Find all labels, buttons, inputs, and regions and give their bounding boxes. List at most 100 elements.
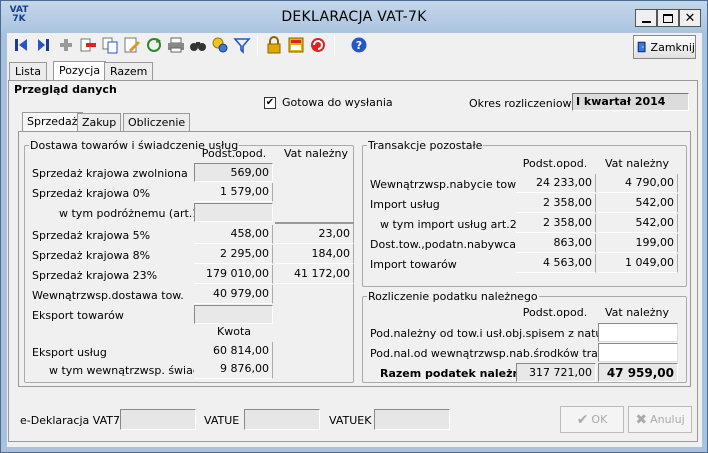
title-bar: VAT 7K DEKLARACJA VAT-7K ✕	[1, 1, 707, 33]
exit-door-icon	[637, 41, 646, 53]
minimize-button[interactable]	[635, 9, 657, 27]
transakcje-row-label: Import towarów	[370, 258, 457, 271]
vatuek-label: VATUEK	[329, 414, 372, 427]
main-panel: Przegląd danych ✔ Gotowa do wysłania Okr…	[8, 80, 698, 442]
dostawa-vat-cell[interactable]: 41 172,00	[275, 265, 354, 284]
rozliczenie-col-podst: Podst.opod.	[522, 306, 588, 319]
rozliczenie-col-vat: Vat należny	[604, 306, 669, 319]
tab-obliczenie[interactable]: Obliczenie	[123, 113, 191, 131]
dostawa-col-kwota: Kwota	[217, 325, 251, 338]
dostawa-row-label: Sprzedaż krajowa 5%	[32, 229, 151, 242]
edeklaracja-label: e-Deklaracja VAT7	[20, 414, 120, 427]
transakcje-row-label: Dost.tow.,podatn.nabywca	[370, 238, 516, 251]
filter-settings-icon[interactable]	[211, 36, 229, 54]
dostawa-podst-cell[interactable]: 179 010,00	[194, 265, 273, 284]
prev-record-icon[interactable]	[35, 36, 53, 54]
checkmark-icon[interactable]: ✔	[264, 96, 276, 109]
delete-record-icon[interactable]	[79, 36, 97, 54]
dostawa-row-label: Sprzedaż krajowa zwolniona	[32, 167, 188, 180]
anuluj-label: Anuluj	[650, 413, 685, 426]
transakcje-podst-cell[interactable]: 2 358,00	[516, 194, 596, 213]
app-window: VAT 7K DEKLARACJA VAT-7K ✕ ? Zamknij Lis…	[0, 0, 708, 453]
calculator-icon[interactable]	[287, 36, 305, 54]
dostawa-row-label: Eksport towarów	[32, 309, 124, 322]
dostawa-vat-cell[interactable]: 23,00	[275, 225, 354, 244]
cancel-x-icon: ✖	[635, 411, 648, 428]
wewn-swiad-cell[interactable]: 9 876,00	[194, 360, 273, 379]
gotowa-checkbox[interactable]: ✔ Gotowa do wysłania	[264, 96, 393, 109]
dostawa-podst-cell[interactable]	[194, 305, 273, 324]
transakcje-podst-cell[interactable]: 24 233,00	[516, 174, 596, 193]
dostawa-podst-cell[interactable]	[194, 203, 273, 222]
add-record-icon[interactable]	[57, 36, 75, 54]
vatuek-field[interactable]	[374, 409, 450, 430]
transakcje-row-label: Import usług	[370, 198, 440, 211]
eksport-uslug-cell[interactable]: 60 814,00	[194, 342, 273, 361]
dostawa-row-label: Wewnątrzwsp.dostawa tow.	[32, 289, 184, 302]
razem-podatek-label: Razem podatek należny	[380, 367, 528, 380]
dostawa-podst-cell[interactable]: 569,00	[194, 163, 273, 182]
close-window-button[interactable]: ✕	[679, 9, 701, 27]
tab-razem[interactable]: Razem	[104, 62, 154, 80]
zamknij-button[interactable]: Zamknij	[633, 35, 696, 59]
copy-icon[interactable]	[101, 36, 119, 54]
transakcje-vat-cell[interactable]: 542,00	[598, 194, 678, 213]
eksport-uslug-label: Eksport usług	[32, 346, 107, 359]
dostawa-vat-cell[interactable]: 184,00	[275, 245, 354, 264]
dostawa-podst-cell[interactable]: 458,00	[194, 225, 273, 244]
gotowa-label: Gotowa do wysłania	[282, 96, 393, 109]
refresh-icon[interactable]	[145, 36, 163, 54]
rozliczenie-legend: Rozliczenie podatku należnego	[368, 290, 538, 303]
maximize-button[interactable]	[657, 9, 679, 27]
dostawa-podst-cell[interactable]: 40 979,00	[194, 285, 273, 304]
transakcje-vat-cell[interactable]: 1 049,00	[598, 254, 678, 273]
transakcje-row-label: Wewnątrzwsp.nabycie tow.	[370, 178, 519, 191]
dostawa-podst-cell[interactable]: 1 579,00	[194, 183, 273, 202]
transakcje-vat-cell[interactable]: 542,00	[598, 214, 678, 233]
client-area: ? Zamknij Lista Pozycja Razem Przegląd d…	[7, 33, 702, 447]
vatue-label: VATUE	[204, 414, 240, 427]
help-icon[interactable]: ?	[350, 36, 368, 54]
tab-pozycja[interactable]: Pozycja	[53, 61, 107, 81]
okres-value: I kwartał 2014	[572, 93, 689, 111]
razem-vat-value: 47 959,00	[598, 363, 678, 382]
close-icon: ✕	[684, 10, 696, 26]
page-title: Przegląd danych	[14, 83, 117, 96]
transakcje-col-vat: Vat należny	[604, 157, 669, 170]
dostawa-podst-cell[interactable]: 2 295,00	[194, 245, 273, 264]
transakcje-row-label: w tym import usług art.28b	[380, 218, 531, 231]
rozliczenie-row1-vat[interactable]	[598, 323, 678, 342]
minimize-icon	[641, 21, 651, 23]
zamknij-label: Zamknij	[650, 40, 695, 54]
first-record-icon[interactable]	[13, 36, 31, 54]
transakcje-podst-cell[interactable]: 863,00	[516, 234, 596, 253]
undo-icon[interactable]	[309, 36, 327, 54]
ok-button[interactable]: ✔ OK	[560, 406, 624, 433]
dostawa-row-label: Sprzedaż krajowa 23%	[32, 269, 158, 282]
transakcje-vat-cell[interactable]: 4 790,00	[598, 174, 678, 193]
edeklaracja-field[interactable]	[120, 409, 196, 430]
tab-lista[interactable]: Lista	[9, 62, 47, 80]
anuluj-button[interactable]: ✖ Anuluj	[628, 406, 692, 433]
transakcje-podst-cell[interactable]: 4 563,00	[516, 254, 596, 273]
rozliczenie-row2-vat[interactable]	[598, 343, 678, 362]
transakcje-col-podst: Podst.opod.	[522, 157, 588, 170]
tab-sprzedaz[interactable]: Sprzedaż	[22, 112, 83, 132]
check-icon: ✔	[576, 411, 589, 428]
edit-icon[interactable]	[123, 36, 141, 54]
vatue-field[interactable]	[244, 409, 320, 430]
dostawa-col-vat: Vat należny	[283, 147, 348, 160]
lock-icon[interactable]	[265, 36, 283, 54]
toolbar-separator	[334, 36, 335, 56]
razem-podst-value: 317 721,00	[516, 363, 596, 382]
dostawa-row-label: Sprzedaż krajowa 0%	[32, 187, 151, 200]
tab-zakup[interactable]: Zakup	[77, 113, 122, 131]
transakcje-podst-cell[interactable]: 2 358,00	[516, 214, 596, 233]
maximize-icon	[663, 13, 673, 23]
rozliczenie-row1-label: Pod.należny od tow.i usł.obj.spisem z na…	[370, 327, 614, 340]
transakcje-vat-cell[interactable]: 199,00	[598, 234, 678, 253]
funnel-icon[interactable]	[233, 36, 251, 54]
okres-label: Okres rozliczeniowy	[469, 97, 579, 110]
find-icon[interactable]	[189, 36, 207, 54]
print-icon[interactable]	[167, 36, 185, 54]
